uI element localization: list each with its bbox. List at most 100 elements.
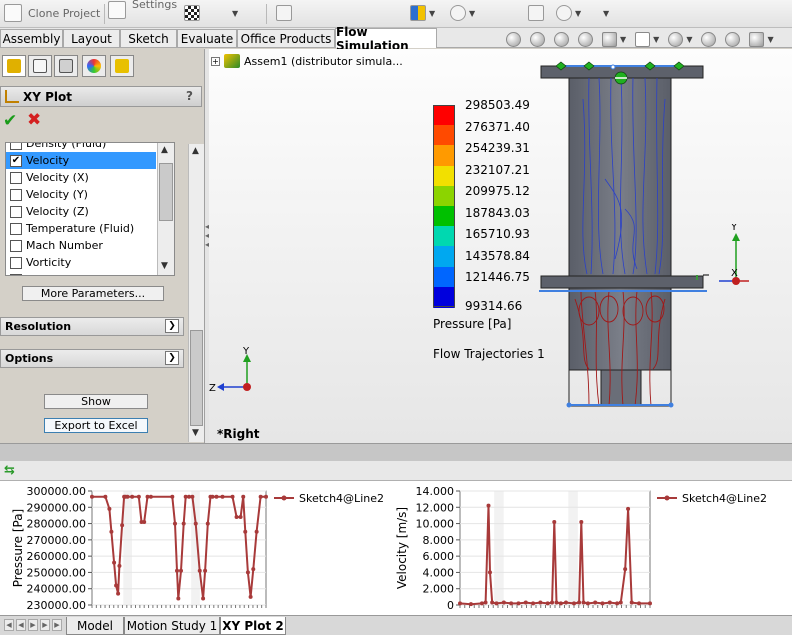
configuration-manager-tab[interactable] [54,55,78,77]
more-caret[interactable]: ▼ [600,3,609,23]
data-point [234,515,239,520]
gear-button[interactable]: ▼ [450,3,475,23]
tab-assembly[interactable]: Assembly [0,29,63,47]
edit-appearance-icon[interactable] [701,31,717,47]
options-button[interactable]: ▼ [556,3,581,23]
chevron-down-icon[interactable]: ▼ [620,35,626,44]
parameter-checkbox[interactable]: ✔ [10,154,22,167]
table-button[interactable]: ▼ [410,3,435,23]
prev-tab-icon[interactable]: ◀ [16,619,26,631]
expand-icon[interactable]: ❯ [165,319,179,333]
feature-manager-tab[interactable] [2,55,26,77]
assembly-icon [224,54,240,68]
scroll-up-icon[interactable]: ▲ [192,146,199,156]
ok-cancel-row: ✔ ✖ [0,110,202,133]
parameter-item[interactable]: Vorticity [6,254,156,271]
parameter-checkbox[interactable] [10,171,22,184]
parameter-item[interactable]: ✔ Velocity [6,152,156,169]
parameter-item[interactable]: Mach Number [6,237,156,254]
section-view-icon[interactable] [578,31,593,47]
parameter-checkbox[interactable] [10,256,22,269]
parameter-checkbox[interactable] [10,143,22,150]
settings-button[interactable]: Settings [108,0,177,19]
parameter-item[interactable]: Density (Fluid) [6,142,156,152]
parameter-item[interactable]: Velocity (Z) [6,203,156,220]
previous-view-icon[interactable] [554,31,569,47]
parameters-list[interactable]: Density (Fluid) ✔ Velocity Velocity (X) Velo… [5,142,175,276]
scroll-up-icon[interactable]: ▲ [161,145,168,155]
scroll-down-icon[interactable]: ▼ [161,261,168,271]
more-parameters-button[interactable]: More Parameters... [22,286,164,301]
data-point [545,601,550,606]
export-to-excel-button[interactable]: Export to Excel [44,418,148,433]
tab-xy-plot-2[interactable]: XY Plot 2 [220,617,286,635]
chevron-down-icon[interactable]: ▼ [767,35,773,44]
plot-band [568,491,578,605]
options-group[interactable]: Options ❯ [0,349,184,368]
legend-frame [433,105,455,307]
scroll-thumb[interactable] [190,330,203,426]
parameter-item[interactable]: Shear Stress [6,271,156,275]
velocity-chart: 14.000 12.000 10.000 8.000 6.000 4.000 2.000 0 V… [395,485,767,612]
lower-splitter[interactable] [0,443,792,461]
clone-project-button[interactable]: Clone Project [4,3,100,23]
view-settings-icon[interactable] [749,31,765,47]
parameter-label: Density (Fluid) [26,142,107,150]
apply-scene-icon[interactable] [725,31,741,47]
tab-motion-study-1[interactable]: Motion Study 1 [124,617,220,635]
scroll-down-icon[interactable]: ▼ [192,428,199,438]
parameter-item[interactable]: Velocity (Y) [6,186,156,203]
resolution-group[interactable]: Resolution ❯ [0,317,184,336]
parameter-checkbox[interactable] [10,205,22,218]
tab-flow-simulation[interactable]: Flow Simulation [335,25,437,53]
last-tab-icon[interactable]: ▶ [40,619,50,631]
view-orientation-icon[interactable] [602,31,617,47]
tab-evaluate[interactable]: Evaluate [177,29,237,47]
ok-check-icon[interactable]: ✔ [3,111,17,131]
flow-simulation-tab[interactable] [110,55,134,77]
chevron-down-icon[interactable]: ▼ [686,35,692,44]
hide-show-items-icon[interactable] [668,31,684,47]
plot-band [123,491,133,605]
tab-sketch[interactable]: Sketch [120,29,177,47]
zoom-to-fit-icon[interactable] [506,31,521,47]
parameter-checkbox[interactable] [10,188,22,201]
results-button[interactable] [276,3,292,23]
legend-value: 276371.40 [465,119,530,134]
data-point [90,494,94,499]
legend-value: 209975.12 [465,184,530,199]
tab-scroll-icon[interactable]: ▶ [52,619,62,631]
show-button[interactable]: Show [44,394,148,409]
scroll-thumb[interactable] [159,163,173,221]
panel-scrollbar[interactable]: ▲ ▼ [188,144,204,442]
next-tab-icon[interactable]: ▶ [28,619,38,631]
display-style-icon[interactable] [635,31,651,47]
expand-icon[interactable]: ❯ [165,351,179,365]
expand-icon[interactable]: + [211,56,220,66]
parameter-checkbox[interactable] [10,222,22,235]
parameter-item[interactable]: Temperature (Fluid) [6,220,156,237]
sync-arrows-icon[interactable]: ⇆ [4,463,15,478]
tab-office-products[interactable]: Office Products [237,29,335,47]
help-icon[interactable]: ? [186,89,193,103]
graphics-area[interactable]: + Assem1 (distributor simula... 298503.4… [209,49,792,443]
parameter-item[interactable]: Velocity (X) [6,169,156,186]
cancel-x-icon[interactable]: ✖ [27,110,41,130]
appearance-tab[interactable] [82,55,106,77]
first-tab-icon[interactable]: ◀ [4,619,14,631]
parameter-checkbox[interactable] [10,273,22,275]
zoom-to-area-icon[interactable] [530,31,545,47]
y-tick-label: 290000.00 [27,501,87,514]
data-point [197,568,202,573]
tab-layout[interactable]: Layout [63,29,120,47]
chevron-down-icon[interactable]: ▼ [653,35,659,44]
checkered-flag-button[interactable]: ▼ [184,3,238,23]
tab-model[interactable]: Model [66,617,124,635]
data-point [251,567,256,572]
word-button[interactable] [528,3,544,23]
feature-tree-flyout[interactable]: + Assem1 (distributor simula... [211,54,403,68]
parameter-checkbox[interactable] [10,239,22,252]
property-manager-tab[interactable] [28,55,52,77]
data-point [554,600,559,605]
parameters-scrollbar[interactable]: ▲ ▼ [157,143,174,275]
